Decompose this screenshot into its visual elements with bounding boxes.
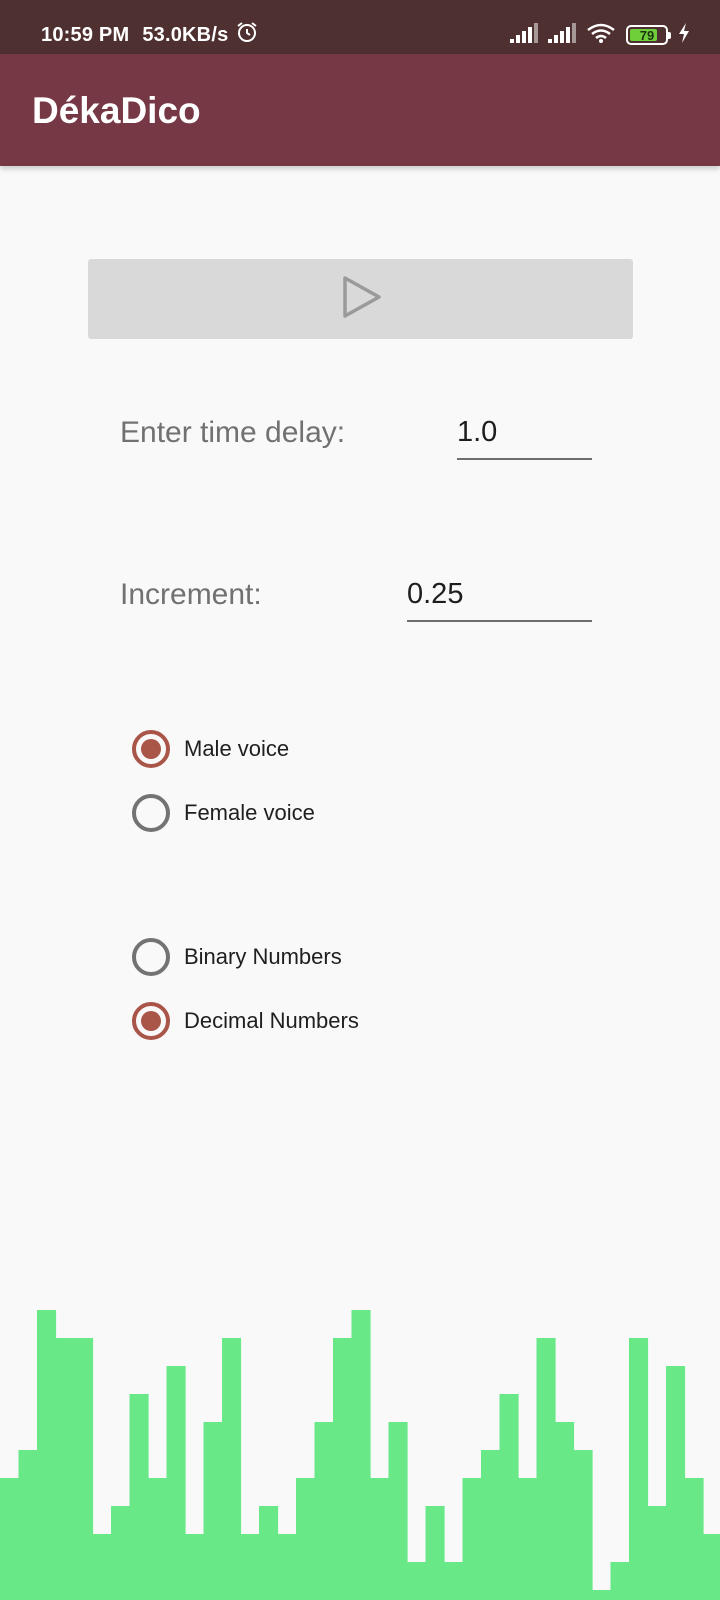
visualizer-bar [0, 1478, 20, 1600]
visualizer-bar [425, 1506, 445, 1600]
audio-visualizer [0, 1310, 720, 1600]
radio-decimal-numbers[interactable]: Decimal Numbers [132, 999, 359, 1043]
increment-field[interactable]: 0.25 [407, 576, 592, 622]
visualizer-bar [55, 1338, 75, 1600]
visualizer-bar [74, 1338, 94, 1600]
visualizer-bar [666, 1366, 686, 1600]
visualizer-bar [166, 1366, 186, 1600]
radio-button [132, 938, 170, 976]
battery-icon: 79 [626, 25, 671, 45]
visualizer-bar [37, 1310, 57, 1600]
signal-icon [510, 22, 538, 48]
visualizer-bar [684, 1478, 704, 1600]
wifi-icon [586, 22, 616, 49]
visualizer-bar [610, 1562, 630, 1600]
visualizer-bar [536, 1338, 556, 1600]
visualizer-bar [222, 1338, 242, 1600]
visualizer-bar [296, 1478, 316, 1600]
visualizer-bar [277, 1534, 297, 1600]
visualizer-bar [647, 1506, 667, 1600]
battery-tip [668, 32, 671, 39]
status-time: 10:59 PM [41, 23, 130, 46]
visualizer-bar [314, 1422, 334, 1600]
radio-label: Male voice [184, 736, 290, 761]
app-title: DékaDico [32, 90, 201, 131]
alarm-icon [235, 20, 259, 50]
visualizer-bar [462, 1478, 482, 1600]
visualizer-bar [481, 1450, 501, 1600]
visualizer-bar [203, 1422, 223, 1600]
visualizer-bar [370, 1478, 390, 1600]
visualizer-bar [703, 1534, 720, 1600]
visualizer-bar [92, 1534, 112, 1600]
radio-binary-numbers[interactable]: Binary Numbers [132, 935, 342, 979]
visualizer-bar [240, 1534, 260, 1600]
visualizer-bar [259, 1506, 279, 1600]
radio-male-voice[interactable]: Male voice [132, 727, 289, 771]
status-left: 10:59 PM 53.0KB/s [41, 20, 259, 50]
visualizer-bar [592, 1590, 612, 1600]
radio-label: Binary Numbers [184, 944, 342, 969]
visualizer-bar [573, 1450, 593, 1600]
visualizer-bar [518, 1478, 538, 1600]
visualizer-bar [129, 1394, 149, 1600]
status-right: 79 [510, 22, 690, 48]
visualizer-bar [407, 1562, 427, 1600]
visualizer-bar [185, 1534, 205, 1600]
increment-label: Increment: [120, 578, 262, 611]
radio-button [132, 730, 170, 768]
time-delay-field[interactable]: 1.0 [457, 414, 592, 460]
visualizer-bar [499, 1394, 519, 1600]
visualizer-bar [351, 1310, 371, 1600]
visualizer-bar [111, 1506, 131, 1600]
status-bar: 10:59 PM 53.0KB/s 79 [0, 0, 720, 54]
battery-percent: 79 [639, 27, 655, 43]
radio-label: Decimal Numbers [184, 1008, 359, 1033]
charging-icon [678, 22, 690, 48]
status-network-speed: 53.0KB/s [142, 23, 229, 46]
visualizer-bar [629, 1338, 649, 1600]
radio-button [132, 794, 170, 832]
time-delay-label: Enter time delay: [120, 416, 346, 449]
radio-selected-dot [141, 1011, 161, 1031]
radio-label: Female voice [184, 800, 315, 825]
visualizer-bar [333, 1338, 353, 1600]
visualizer-bar [148, 1478, 168, 1600]
play-icon [339, 275, 383, 324]
visualizer-bar [555, 1422, 575, 1600]
play-button[interactable] [88, 259, 633, 339]
radio-female-voice[interactable]: Female voice [132, 791, 315, 835]
visualizer-bar [388, 1422, 408, 1600]
radio-selected-dot [141, 739, 161, 759]
visualizer-bar [444, 1562, 464, 1600]
visualizer-bar [18, 1450, 38, 1600]
signal-icon [548, 22, 576, 48]
radio-button [132, 1002, 170, 1040]
app-bar: DékaDico [0, 54, 720, 166]
